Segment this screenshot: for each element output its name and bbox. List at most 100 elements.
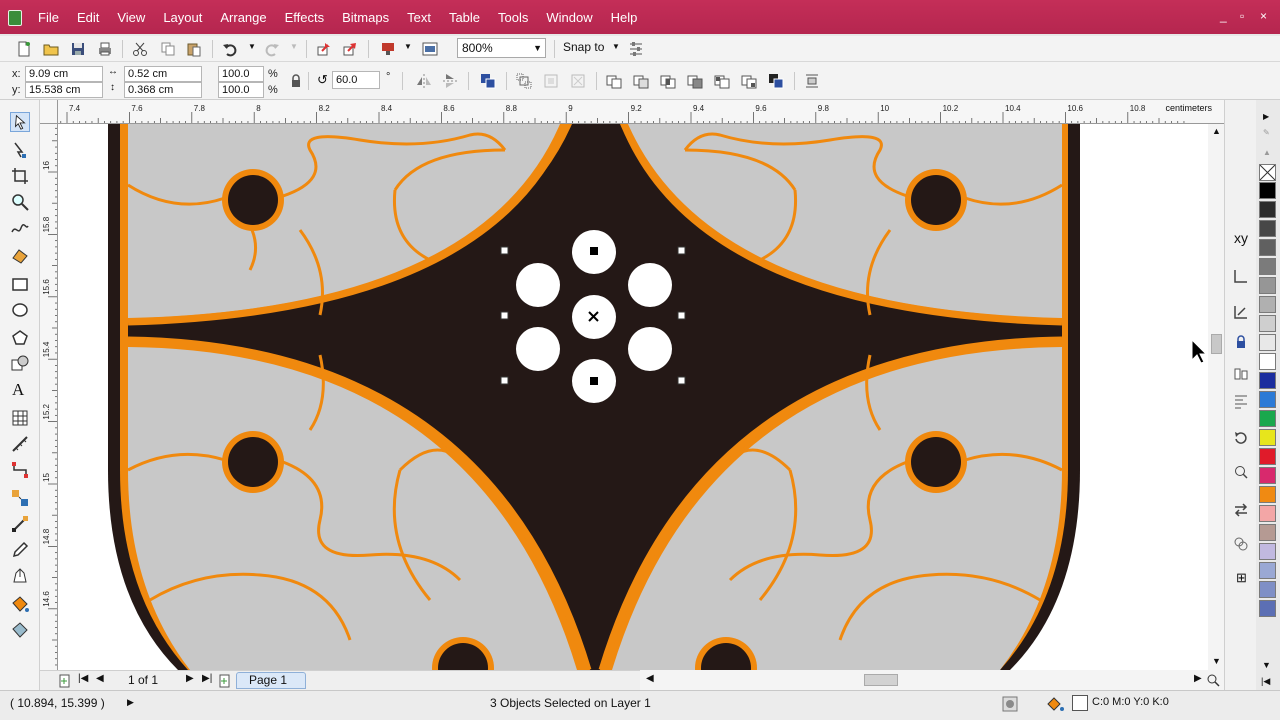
mirror-vertical-icon[interactable] xyxy=(442,73,458,89)
menu-text[interactable]: Text xyxy=(407,9,431,27)
weld-icon[interactable] xyxy=(606,73,622,89)
ungroup-icon[interactable] xyxy=(516,73,532,89)
height-field[interactable]: 0.368 cm xyxy=(124,82,202,98)
fill-color-swatch[interactable] xyxy=(1072,695,1088,711)
trim-icon[interactable] xyxy=(633,73,649,89)
create-boundary-icon[interactable] xyxy=(768,73,784,89)
text-tool-icon[interactable]: A xyxy=(12,380,24,400)
undo-dropdown-icon[interactable]: ▼ xyxy=(248,42,256,51)
palette-scroll-up-icon[interactable]: ▶ xyxy=(1263,112,1269,121)
vertical-ruler[interactable]: 16 15.8 15.6 15.4 15.2 15 14.8 14.6 xyxy=(40,124,58,670)
smart-fill-tool-icon[interactable] xyxy=(10,246,30,266)
ellipse-tool-icon[interactable] xyxy=(10,300,30,320)
menu-file[interactable]: File xyxy=(38,9,59,27)
polygon-tool-icon[interactable] xyxy=(10,328,30,348)
palette-swatch[interactable] xyxy=(1259,277,1276,294)
export-icon[interactable] xyxy=(342,41,358,57)
open-folder-icon[interactable] xyxy=(43,41,59,57)
import-icon[interactable] xyxy=(316,41,332,57)
redo-dropdown-icon[interactable]: ▼ xyxy=(290,42,298,51)
width-field[interactable]: 0.52 cm xyxy=(124,66,202,82)
redo-icon[interactable] xyxy=(264,41,280,57)
ruler-origin[interactable] xyxy=(40,100,58,124)
add-docker-icon[interactable]: ⊞ xyxy=(1236,570,1247,586)
last-page-icon[interactable]: ▶| xyxy=(202,673,212,684)
vertical-scroll-thumb[interactable] xyxy=(1211,334,1222,354)
lock-ratio-icon[interactable] xyxy=(288,73,304,89)
palette-swatch[interactable] xyxy=(1259,296,1276,313)
horizontal-ruler[interactable]: 7.4 7.6 7.8 8 8.2 8.4 8.6 8.8 9 9.2 9.4 9.6 9.8 10 10.… xyxy=(40,100,1224,124)
paste-icon[interactable] xyxy=(186,41,202,57)
zoom-level-combo[interactable]: 800% ▼ xyxy=(457,38,546,58)
transparency-tool-icon[interactable] xyxy=(10,514,30,534)
blend-tool-icon[interactable] xyxy=(10,488,30,508)
palette-swatch[interactable] xyxy=(1259,201,1276,218)
size-icon[interactable] xyxy=(1233,304,1249,320)
outline-tool-icon[interactable] xyxy=(10,566,30,586)
palette-swatch[interactable] xyxy=(1259,315,1276,332)
next-page-icon[interactable]: ▶ xyxy=(186,673,194,684)
interactive-fill-tool-icon[interactable] xyxy=(10,620,30,640)
menu-table[interactable]: Table xyxy=(449,9,480,27)
scroll-up-icon[interactable]: ▲ xyxy=(1212,126,1221,136)
zoom-docker-icon[interactable] xyxy=(1233,464,1249,480)
new-document-icon[interactable] xyxy=(16,41,32,57)
palette-swatch[interactable] xyxy=(1259,581,1276,598)
palette-swatch[interactable] xyxy=(1259,429,1276,446)
palette-swatch[interactable] xyxy=(1259,182,1276,199)
first-page-icon[interactable]: |◀ xyxy=(78,673,88,684)
drawing-canvas[interactable] xyxy=(58,124,1208,670)
copy-icon[interactable] xyxy=(160,41,176,57)
scale-x-field[interactable]: 100.0 xyxy=(218,66,264,82)
shaping-icon[interactable] xyxy=(1233,536,1249,552)
align-distribute-icon[interactable] xyxy=(804,73,820,89)
horizontal-scroll-thumb[interactable] xyxy=(864,674,898,686)
print-icon[interactable] xyxy=(97,41,113,57)
undo-icon[interactable] xyxy=(222,41,238,57)
shape-tool-icon[interactable] xyxy=(10,140,30,160)
dimension-tool-icon[interactable] xyxy=(10,434,30,454)
transform-icon[interactable] xyxy=(1233,502,1249,518)
launcher-dropdown-icon[interactable]: ▼ xyxy=(404,42,412,51)
combine-icon[interactable] xyxy=(570,73,586,89)
scroll-left-icon[interactable]: ◀ xyxy=(646,673,654,684)
status-expand-icon[interactable]: ▶ xyxy=(127,697,134,708)
table-tool-icon[interactable] xyxy=(10,408,30,428)
rectangle-tool-icon[interactable] xyxy=(10,274,30,294)
welcome-screen-icon[interactable] xyxy=(422,41,438,57)
layout-icon[interactable] xyxy=(1233,394,1249,410)
palette-last-icon[interactable]: |◀ xyxy=(1261,676,1270,687)
menu-arrange[interactable]: Arrange xyxy=(220,9,266,27)
palette-swatch[interactable] xyxy=(1259,334,1276,351)
fill-tool-icon[interactable] xyxy=(10,594,30,614)
dimension-icon[interactable] xyxy=(1233,268,1249,284)
horizontal-scrollbar[interactable]: ◀ ▶ xyxy=(640,670,1224,690)
palette-swatch[interactable] xyxy=(1259,372,1276,389)
connector-tool-icon[interactable] xyxy=(10,460,30,480)
palette-pin-icon[interactable]: ✎ xyxy=(1263,128,1270,137)
snap-to-button[interactable]: Snap to xyxy=(563,40,604,54)
scroll-down-icon[interactable]: ▼ xyxy=(1212,656,1221,666)
y-position-field[interactable]: 15.538 cm xyxy=(25,82,103,98)
palette-swatch[interactable] xyxy=(1259,391,1276,408)
palette-swatch[interactable] xyxy=(1259,600,1276,617)
x-position-field[interactable]: 9.09 cm xyxy=(25,66,103,82)
zoom-tool-icon[interactable] xyxy=(10,192,30,212)
fill-bucket-icon[interactable] xyxy=(1046,696,1064,712)
scale-y-field[interactable]: 100.0 xyxy=(218,82,264,98)
menu-help[interactable]: Help xyxy=(611,9,638,27)
pick-tool-icon[interactable] xyxy=(10,112,30,132)
mirror-horizontal-icon[interactable] xyxy=(416,73,432,89)
align-icon[interactable] xyxy=(1233,366,1249,382)
add-page-after-icon[interactable] xyxy=(218,674,232,688)
eyedropper-tool-icon[interactable] xyxy=(10,540,30,560)
application-launcher-icon[interactable] xyxy=(380,41,396,57)
options-icon[interactable] xyxy=(628,41,644,57)
palette-swatch[interactable] xyxy=(1259,410,1276,427)
menu-effects[interactable]: Effects xyxy=(285,9,325,27)
crop-tool-icon[interactable] xyxy=(10,166,30,186)
palette-swatch[interactable] xyxy=(1259,258,1276,275)
palette-swatch[interactable] xyxy=(1259,505,1276,522)
palette-scroll-down-icon[interactable]: ▼ xyxy=(1262,660,1271,670)
menu-bitmaps[interactable]: Bitmaps xyxy=(342,9,389,27)
